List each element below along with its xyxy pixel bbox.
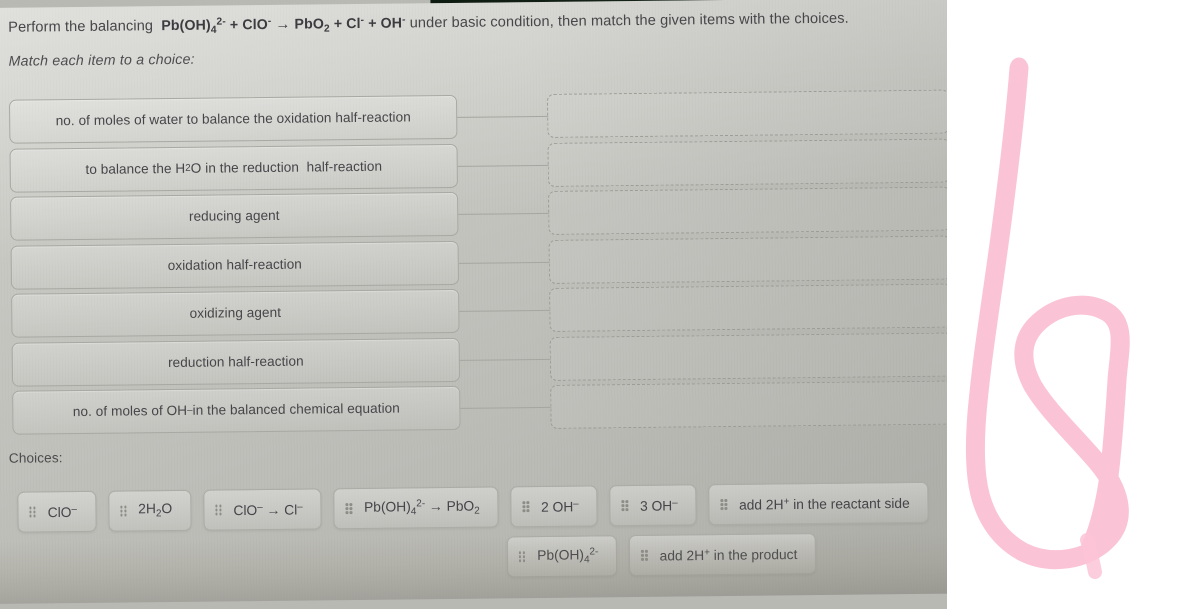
chemical-equation: Pb(OH)42- + ClO- → PbO2 + Cl- + OH- <box>157 14 410 36</box>
choice-chip-2oh[interactable]: 2 OH– <box>510 485 598 528</box>
match-item-2[interactable]: reducing agent <box>10 191 459 241</box>
match-item-6[interactable]: no. of moles of OH – in the balanced chem… <box>12 385 461 435</box>
drag-handle-icon[interactable] <box>345 503 353 514</box>
choice-label: ClO– <box>47 503 78 520</box>
eq-product-3-charge: - <box>402 14 406 26</box>
pink-marker-stroke <box>965 57 1130 579</box>
connector-line-2 <box>458 212 550 215</box>
eq-plus-1: + <box>229 17 239 34</box>
eq-arrow-icon: → <box>275 15 291 33</box>
eq-plus-3: + <box>368 15 377 32</box>
choices-row-2: Pb(OH)42- add 2H+ in the product <box>18 532 947 583</box>
drag-handle-icon[interactable] <box>641 550 648 561</box>
connector-line-3 <box>458 261 550 264</box>
drop-zone-6[interactable] <box>550 380 947 429</box>
eq-reactant-1: Pb(OH) <box>161 17 211 35</box>
tablet-screen-photo: Perform the balancing Pb(OH)42- + ClO- → P… <box>0 0 947 609</box>
drop-zone-2[interactable] <box>548 186 947 235</box>
prompt-tail: under basic condition, then match the gi… <box>409 10 849 32</box>
match-instruction: Match each item to a choice: <box>8 51 195 70</box>
match-item-1[interactable]: to balance the H2O in the reduction half… <box>9 143 458 193</box>
drop-zone-3[interactable] <box>548 235 947 284</box>
quiz-page: Perform the balancing Pb(OH)42- + ClO- → P… <box>0 0 947 604</box>
drag-handle-icon[interactable] <box>215 504 222 516</box>
choice-chip-3oh[interactable]: 3 OH– <box>609 484 697 527</box>
eq-reactant-2: ClO <box>242 16 268 34</box>
prompt-lead: Perform the balancing <box>8 18 154 36</box>
choice-chip-pboh4[interactable]: Pb(OH)42- <box>506 535 618 578</box>
choice-label: add 2H+ in the product <box>659 546 798 564</box>
connector-line-6 <box>460 406 552 409</box>
choice-label: Pb(OH)42- → PbO2 <box>363 498 480 518</box>
choice-chip-2h2o[interactable]: 2H2O <box>107 489 192 532</box>
drag-handle-icon[interactable] <box>518 551 526 562</box>
connector-line-1 <box>457 164 549 167</box>
choices-label: Choices: <box>8 450 63 466</box>
eq-reactant-1-charge: 2- <box>216 16 226 28</box>
drag-handle-icon[interactable] <box>29 506 36 518</box>
choice-chip-clo-minus[interactable]: ClO– <box>17 490 97 533</box>
match-item-3[interactable]: oxidation half-reaction <box>10 240 460 290</box>
eq-plus-2: + <box>333 16 343 33</box>
choice-label: add 2H+ in the reactant side <box>738 495 910 513</box>
match-row: no. of moles of OH – in the balanced chem… <box>12 380 947 440</box>
match-item-0[interactable]: no. of moles of water to balance the oxi… <box>8 94 458 144</box>
choice-label: 3 OH– <box>639 497 678 514</box>
choice-chip-add-2h-product[interactable]: add 2H+ in the product <box>629 533 817 577</box>
eq-product-3: OH <box>380 15 403 32</box>
eq-product-1-sub: 2 <box>323 23 330 35</box>
choice-label: Pb(OH)42- <box>537 546 599 566</box>
connector-line-4 <box>459 309 551 312</box>
pink-marker-annotation-area <box>947 0 1200 609</box>
drop-zone-1[interactable] <box>547 138 947 187</box>
question-prompt: Perform the balancing Pb(OH)42- + ClO- → P… <box>8 9 938 38</box>
connector-line-0 <box>457 115 549 118</box>
drop-zone-0[interactable] <box>546 89 947 138</box>
choice-label: 2 OH– <box>540 498 579 515</box>
choices-row-1: ClO– 2H2O ClO– → Cl– Pb(OH)42- → PbO2 2 … <box>17 481 947 533</box>
choice-chip-add-2h-reactant[interactable]: add 2H+ in the reactant side <box>708 481 929 526</box>
choice-label: ClO– → Cl– <box>233 501 303 518</box>
drag-handle-icon[interactable] <box>119 505 127 517</box>
choice-label: 2H2O <box>138 501 173 520</box>
matching-rows: no. of moles of water to balance the oxi… <box>8 89 947 440</box>
drop-zone-4[interactable] <box>549 283 947 332</box>
match-item-4[interactable]: oxidizing agent <box>11 288 460 338</box>
connector-line-5 <box>459 358 551 361</box>
eq-product-1: PbO <box>294 16 325 33</box>
eq-product-2: Cl <box>346 15 361 33</box>
match-item-5[interactable]: reduction half-reaction <box>11 337 461 387</box>
eq-product-2-charge: - <box>360 15 365 27</box>
choices-tray: ClO– 2H2O ClO– → Cl– Pb(OH)42- → PbO2 2 … <box>17 481 947 583</box>
drop-zone-5[interactable] <box>549 332 947 381</box>
choice-chip-pboh4-to-pbo2[interactable]: Pb(OH)42- → PbO2 <box>333 486 499 530</box>
drag-handle-icon[interactable] <box>720 499 728 510</box>
screenshot-root: Perform the balancing Pb(OH)42- + ClO- → P… <box>0 0 1200 609</box>
choice-chip-clo-to-cl[interactable]: ClO– → Cl– <box>202 488 322 531</box>
drag-handle-icon[interactable] <box>621 500 629 511</box>
drag-handle-icon[interactable] <box>522 501 530 512</box>
